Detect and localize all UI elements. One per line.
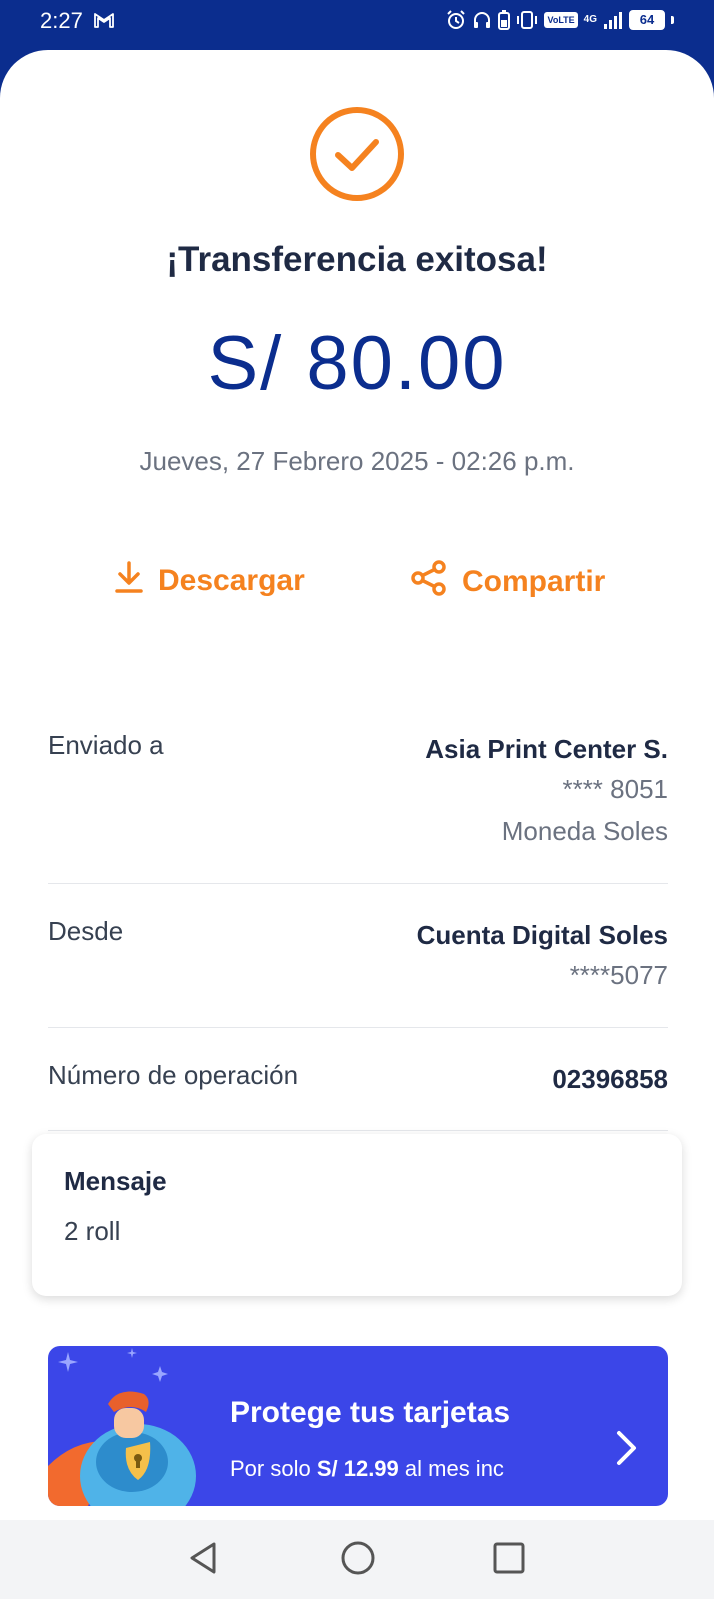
- download-button[interactable]: Descargar: [114, 560, 305, 602]
- recipient-name: Asia Print Center S.: [425, 734, 668, 764]
- sent-to-label: Enviado a: [48, 730, 164, 760]
- battery-saver-icon: [498, 10, 511, 30]
- superhero-illustration: [48, 1346, 218, 1506]
- status-time: 2:27: [40, 8, 83, 33]
- share-button[interactable]: Compartir: [410, 560, 605, 604]
- operation-label: Número de operación: [48, 1060, 299, 1090]
- divider: [48, 1027, 668, 1028]
- from-row: Desde Cuenta Digital Soles ****5077: [48, 916, 668, 996]
- transfer-amount: S/ 80.00: [207, 321, 507, 406]
- promo-sub-prefix: Por solo: [230, 1456, 317, 1481]
- success-title: ¡Transferencia exitosa!: [166, 240, 548, 279]
- message-card: Mensaje 2 roll: [32, 1134, 682, 1296]
- receipt-sheet: ¡Transferencia exitosa! S/ 80.00 Jueves,…: [0, 50, 714, 1520]
- sent-to-row: Enviado a Asia Print Center S. **** 8051…: [48, 730, 668, 850]
- status-bar: 2:27 VoLTE 4G 64: [0, 0, 714, 48]
- promo-sub-suffix: al mes inc: [398, 1456, 504, 1481]
- share-icon: [410, 560, 448, 604]
- network-type: 4G: [583, 14, 597, 25]
- operation-row: Número de operación 02396858: [48, 1060, 668, 1100]
- from-label: Desde: [48, 916, 124, 946]
- divider: [48, 883, 668, 884]
- source-account-name: Cuenta Digital Soles: [416, 920, 668, 950]
- status-icons: VoLTE 4G 64: [446, 10, 674, 30]
- chevron-right-icon: [616, 1430, 638, 1471]
- recipient-account: **** 8051: [562, 774, 668, 804]
- operation-values: 02396858: [552, 1060, 668, 1098]
- from-values: Cuenta Digital Soles ****5077: [417, 916, 668, 996]
- headphones-icon: [472, 10, 492, 30]
- volte-badge: VoLTE: [544, 12, 578, 28]
- success-check-icon: [309, 106, 405, 207]
- divider: [48, 1130, 668, 1131]
- operation-number: 02396858: [552, 1064, 668, 1094]
- signal-icon: [603, 11, 623, 29]
- system-nav-bar: [0, 1520, 714, 1599]
- promo-price: S/ 12.99: [316, 1456, 399, 1481]
- recipient-currency: Moneda Soles: [501, 816, 668, 846]
- battery-tip: [671, 16, 674, 24]
- promo-subtitle: Por solo S/ 12.99 al mes inc: [230, 1456, 504, 1482]
- sent-to-values: Asia Print Center S. **** 8051 Moneda So…: [425, 730, 668, 852]
- transfer-datetime: Jueves, 27 Febrero 2025 - 02:26 p.m.: [139, 446, 575, 476]
- battery-icon: 64: [629, 10, 665, 30]
- gmail-icon: [94, 12, 114, 33]
- home-icon[interactable]: [340, 1540, 376, 1581]
- download-icon: [114, 560, 144, 602]
- message-title: Mensaje: [64, 1166, 167, 1196]
- alarm-icon: [446, 10, 466, 30]
- vibrate-icon: [516, 10, 538, 30]
- promo-banner[interactable]: Protege tus tarjetas Por solo S/ 12.99 a…: [48, 1346, 668, 1506]
- message-text: 2 roll: [64, 1216, 121, 1246]
- source-account-number: ****5077: [569, 960, 668, 990]
- share-label: Compartir: [462, 565, 606, 598]
- recent-apps-icon[interactable]: [492, 1540, 526, 1581]
- download-label: Descargar: [158, 564, 305, 597]
- back-icon[interactable]: [186, 1540, 220, 1581]
- promo-title: Protege tus tarjetas: [230, 1396, 511, 1429]
